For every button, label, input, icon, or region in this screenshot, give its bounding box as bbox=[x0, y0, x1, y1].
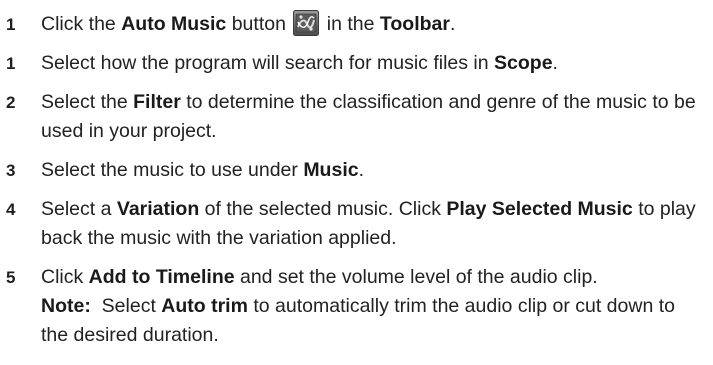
step-text: Select the Filter to determine the class… bbox=[41, 91, 696, 142]
step-text: Click Add to Timeline and set the volume… bbox=[41, 263, 703, 350]
step-select-music: 3 Select the music to use under Music. bbox=[6, 156, 713, 185]
filter-term: Filter bbox=[133, 91, 181, 113]
step-number: 2 bbox=[6, 93, 16, 112]
step-number: 3 bbox=[6, 161, 16, 180]
step-add-to-timeline: 5 Click Add to Timeline and set the volu… bbox=[6, 263, 713, 350]
auto-trim-term: Auto trim bbox=[161, 295, 248, 317]
add-to-timeline-term: Add to Timeline bbox=[88, 266, 235, 288]
variation-term: Variation bbox=[116, 198, 200, 220]
instruction-list: 1 Click the Auto Music button in the Too… bbox=[0, 0, 713, 365]
step-number: 1 bbox=[6, 54, 16, 73]
step-number: 5 bbox=[6, 268, 16, 287]
auto-music-icon bbox=[293, 10, 320, 36]
toolbar-term: Toolbar bbox=[379, 13, 450, 35]
play-selected-music-term: Play Selected Music bbox=[446, 198, 633, 220]
step-click-auto-music: 1 Click the Auto Music button in the Too… bbox=[6, 10, 713, 39]
step-select-variation: 4 Select a Variation of the selected mus… bbox=[6, 195, 713, 253]
music-term: Music bbox=[303, 159, 359, 181]
step-text: Select the music to use under Music. bbox=[41, 159, 364, 181]
step-number: 1 bbox=[6, 15, 16, 34]
scope-term: Scope bbox=[494, 52, 553, 74]
step-text: Select a Variation of the selected music… bbox=[41, 198, 696, 249]
step-text: Click the Auto Music button in the Toolb… bbox=[41, 10, 703, 39]
step-select-scope: 1 Select how the program will search for… bbox=[6, 49, 713, 78]
step-select-filter: 2 Select the Filter to determine the cla… bbox=[6, 88, 713, 146]
step-number: 4 bbox=[6, 200, 16, 219]
note-label: Note: bbox=[41, 295, 91, 317]
auto-music-term: Auto Music bbox=[121, 13, 227, 35]
step-text: Select how the program will search for m… bbox=[41, 52, 558, 74]
note: Note: Select Auto trim to automatically … bbox=[41, 295, 675, 346]
